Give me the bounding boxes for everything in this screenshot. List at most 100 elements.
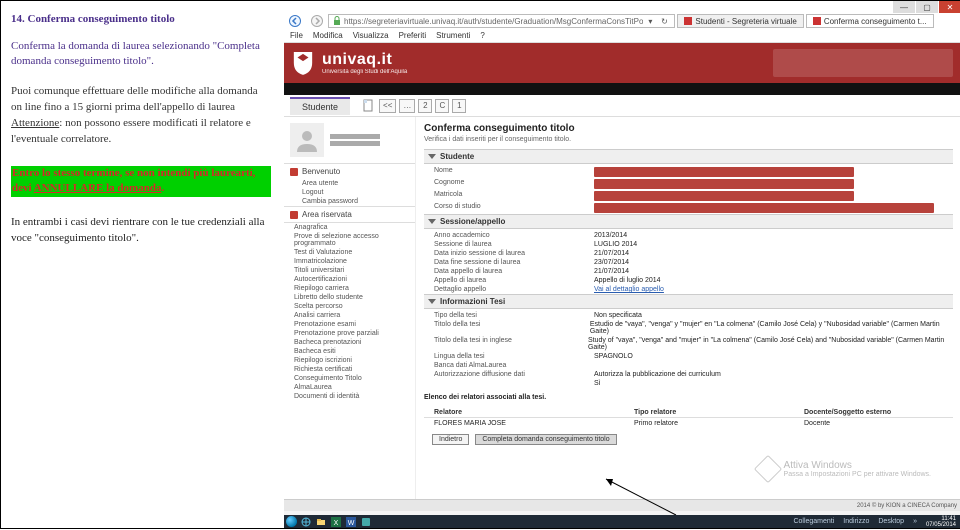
menu-file[interactable]: File: [290, 31, 303, 40]
wm-line1: Attiva Windows: [784, 460, 931, 471]
tray-date: 07/05/2014: [926, 522, 956, 528]
instruction-title: 14. Conferma conseguimento titolo: [11, 13, 271, 25]
pager-2[interactable]: 2: [418, 99, 432, 113]
sidebar-item[interactable]: Analisi carriera: [284, 311, 415, 320]
right-column: Conferma conseguimento titolo Verifica i…: [416, 117, 960, 499]
sidebar-item[interactable]: Test di Valutazione: [284, 248, 415, 257]
menu-ar-label: Area riservata: [302, 210, 352, 219]
complete-button[interactable]: Completa domanda conseguimento titolo: [475, 434, 616, 445]
avatar-block: [284, 117, 415, 163]
red-square-icon: [290, 211, 298, 219]
sidebar-item[interactable]: Anagrafica: [284, 223, 415, 232]
th-relatore: Relatore: [434, 409, 634, 416]
sidebar-item[interactable]: Prenotazione esami: [284, 320, 415, 329]
menu-favorites[interactable]: Preferiti: [399, 31, 427, 40]
menu-tools[interactable]: Strumenti: [436, 31, 470, 40]
sidebar-item[interactable]: Riepilogo carriera: [284, 284, 415, 293]
back-button[interactable]: [284, 13, 306, 29]
explorer-taskbar-icon[interactable]: [315, 516, 327, 527]
sidebar-item[interactable]: Prenotazione prove parziali: [284, 329, 415, 338]
window-titlebar: — ▢ ✕: [284, 1, 960, 13]
kv-nome-k: Nome: [434, 167, 594, 177]
dropdown-icon[interactable]: ▾: [643, 17, 657, 26]
kv-row: Titolo della tesi in ingleseStudy of "va…: [424, 336, 953, 352]
tray-indirizzo[interactable]: Indirizzo: [840, 518, 872, 525]
tray-desktop[interactable]: Desktop: [875, 518, 907, 525]
tab-favicon: [684, 17, 692, 25]
ie-taskbar-icon[interactable]: [300, 516, 312, 527]
forward-button[interactable]: [306, 13, 328, 29]
menu-edit[interactable]: Modifica: [313, 31, 343, 40]
dark-stripe: [284, 83, 960, 95]
site-header: univaq.it Università degli Studi dell'Aq…: [284, 43, 960, 83]
ie-menubar: File Modifica Visualizza Preferiti Strum…: [284, 29, 960, 43]
sidebar-item[interactable]: Bacheca esiti: [284, 347, 415, 356]
section-tesi[interactable]: Informazioni Tesi: [424, 294, 953, 309]
red-square-icon: [290, 168, 298, 176]
tray-collegamenti[interactable]: Collegamenti: [790, 518, 837, 525]
menu-area-utente[interactable]: Area utente: [284, 179, 415, 188]
browser-tab-1[interactable]: Studenti - Segreteria virtuale: [677, 14, 803, 28]
sidebar-item[interactable]: Conseguimento Titolo: [284, 374, 415, 383]
instruction-highlight: Entro lo stesso termine, se non intendi …: [11, 166, 271, 198]
pager-back[interactable]: <<: [379, 99, 396, 113]
kv-cognome-k: Cognome: [434, 179, 594, 189]
back-button[interactable]: Indietro: [432, 434, 469, 445]
pager-dots[interactable]: …: [399, 99, 415, 113]
excel-taskbar-icon[interactable]: X: [330, 516, 342, 527]
p1-b: Attenzione: [11, 117, 59, 129]
sidebar-item[interactable]: Riepilogo iscrizioni: [284, 356, 415, 365]
tab-1-label: Studenti - Segreteria virtuale: [695, 17, 796, 26]
sidebar-item[interactable]: Immatricolazione: [284, 257, 415, 266]
sidebar-item[interactable]: Libretto dello studente: [284, 293, 415, 302]
svg-text:W: W: [348, 520, 355, 527]
banner-image: [773, 49, 953, 77]
lock-icon: [332, 16, 342, 26]
kv-row: Sessione di laureaLUGLIO 2014: [424, 240, 953, 249]
instruction-panel: 14. Conferma conseguimento titolo Confer…: [1, 1, 281, 530]
section-studente[interactable]: Studente: [424, 149, 953, 164]
browser-tab-2[interactable]: Conferma conseguimento t...: [806, 14, 934, 28]
sidebar-item[interactable]: Documenti di identità: [284, 392, 415, 401]
page-title: Conferma conseguimento titolo: [424, 123, 953, 134]
sidebar-item[interactable]: Prove di selezione accesso programmato: [284, 232, 415, 248]
sidebar-item[interactable]: Autocertificazioni: [284, 275, 415, 284]
svg-text:X: X: [334, 520, 339, 527]
window-close-button[interactable]: ✕: [939, 1, 960, 13]
studente-tab[interactable]: Studente: [290, 97, 350, 115]
sidebar-item[interactable]: Titoli universitari: [284, 266, 415, 275]
sidebar-item[interactable]: Scelta percorso: [284, 302, 415, 311]
pager-1[interactable]: 1: [452, 99, 466, 113]
chevron-down-icon: [428, 299, 436, 304]
kv-row: Data appello di laurea21/07/2014: [424, 267, 953, 276]
window-max-button[interactable]: ▢: [916, 1, 938, 13]
tray-clock[interactable]: 11:41 07/05/2014: [923, 516, 959, 528]
menu-cambia-password[interactable]: Cambia password: [284, 197, 415, 206]
brand-name: univaq.it: [322, 51, 407, 69]
tray-chevrons[interactable]: »: [910, 518, 920, 525]
instruction-p3: In entrambi i casi devi rientrare con le…: [11, 215, 271, 247]
menu-logout[interactable]: Logout: [284, 188, 415, 197]
menu-help[interactable]: ?: [480, 31, 484, 40]
refresh-icon[interactable]: ↻: [657, 17, 671, 26]
browser-screenshot: — ▢ ✕ https://segreteriavirtuale.univaq.…: [284, 1, 960, 517]
sidebar-item[interactable]: Richiesta certificati: [284, 365, 415, 374]
kv-row: Anno accademico2013/2014: [424, 231, 953, 240]
ie-tabstrip: https://segreteriavirtuale.univaq.it/aut…: [284, 13, 960, 29]
start-button[interactable]: [286, 516, 297, 527]
window-min-button[interactable]: —: [893, 1, 915, 13]
dettaglio-link[interactable]: Vai al dettaglio appello: [594, 286, 664, 293]
menu-view[interactable]: Visualizza: [353, 31, 389, 40]
address-bar[interactable]: https://segreteriavirtuale.univaq.it/aut…: [328, 14, 675, 28]
windows-icon: [753, 455, 781, 483]
tab-2-label: Conferma conseguimento t...: [824, 17, 927, 26]
kv-matricola-v: [594, 191, 854, 201]
word-taskbar-icon[interactable]: W: [345, 516, 357, 527]
pager-C[interactable]: C: [435, 99, 449, 113]
sidebar-item[interactable]: AlmaLaurea: [284, 383, 415, 392]
sidebar-item[interactable]: Bacheca prenotazioni: [284, 338, 415, 347]
tab-favicon: [813, 17, 821, 25]
section-sessione[interactable]: Sessione/appello: [424, 214, 953, 229]
windows-watermark: Attiva Windows Passa a Impostazioni PC p…: [758, 459, 931, 479]
app-taskbar-icon[interactable]: [360, 516, 372, 527]
